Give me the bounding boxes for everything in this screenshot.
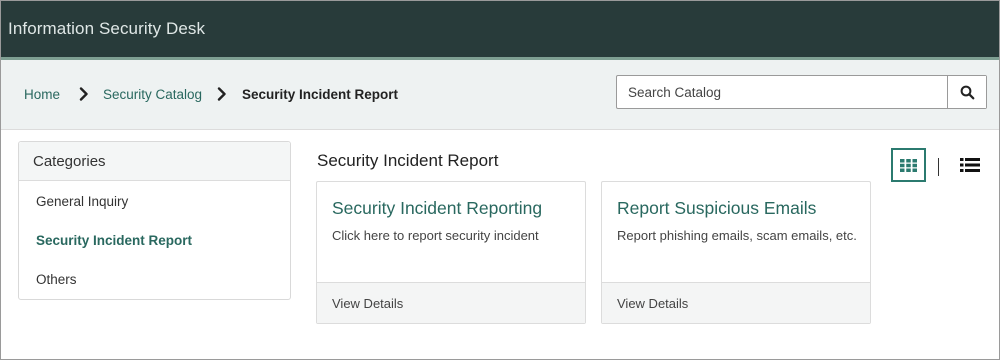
category-others[interactable]: Others: [36, 272, 77, 287]
top-header: Information Security Desk: [1, 1, 999, 57]
categories-header: Categories: [19, 142, 290, 181]
page-title: Security Incident Report: [317, 151, 499, 170]
grid-view-button[interactable]: [891, 148, 926, 182]
breadcrumb-current: Security Incident Report: [242, 87, 399, 102]
card-title[interactable]: Security Incident Reporting: [332, 198, 542, 219]
search-input[interactable]: [617, 76, 947, 108]
category-general-inquiry[interactable]: General Inquiry: [36, 194, 128, 209]
grid-view-icon: [900, 158, 917, 172]
search-icon: [960, 85, 974, 99]
chevron-right-icon: [78, 87, 90, 101]
view-details-link[interactable]: View Details: [332, 296, 403, 311]
card-description: Report phishing emails, scam emails, etc…: [617, 228, 857, 243]
card-title[interactable]: Report Suspicious Emails: [617, 198, 816, 219]
categories-panel: Categories General Inquiry Security Inci…: [18, 141, 291, 300]
search-button[interactable]: [947, 76, 986, 108]
chevron-right-icon: [216, 87, 228, 101]
card-footer[interactable]: View Details: [602, 282, 870, 323]
card-description: Click here to report security incident: [332, 228, 539, 243]
view-details-link[interactable]: View Details: [617, 296, 688, 311]
list-view-button[interactable]: [960, 157, 980, 173]
app-title[interactable]: Information Security Desk: [8, 19, 205, 39]
catalog-card[interactable]: Report Suspicious Emails Report phishing…: [601, 181, 871, 324]
breadcrumb-security-catalog[interactable]: Security Catalog: [103, 87, 202, 102]
card-footer[interactable]: View Details: [317, 282, 585, 323]
category-security-incident-report[interactable]: Security Incident Report: [36, 233, 192, 248]
catalog-search: [616, 75, 987, 109]
categories-title: Categories: [33, 153, 106, 170]
list-view-icon: [960, 158, 980, 172]
breadcrumb-band: Home Security Catalog Security Incident …: [1, 60, 999, 130]
breadcrumb-home[interactable]: Home: [24, 87, 60, 102]
view-toggle-divider: [938, 158, 939, 176]
catalog-card[interactable]: Security Incident Reporting Click here t…: [316, 181, 586, 324]
